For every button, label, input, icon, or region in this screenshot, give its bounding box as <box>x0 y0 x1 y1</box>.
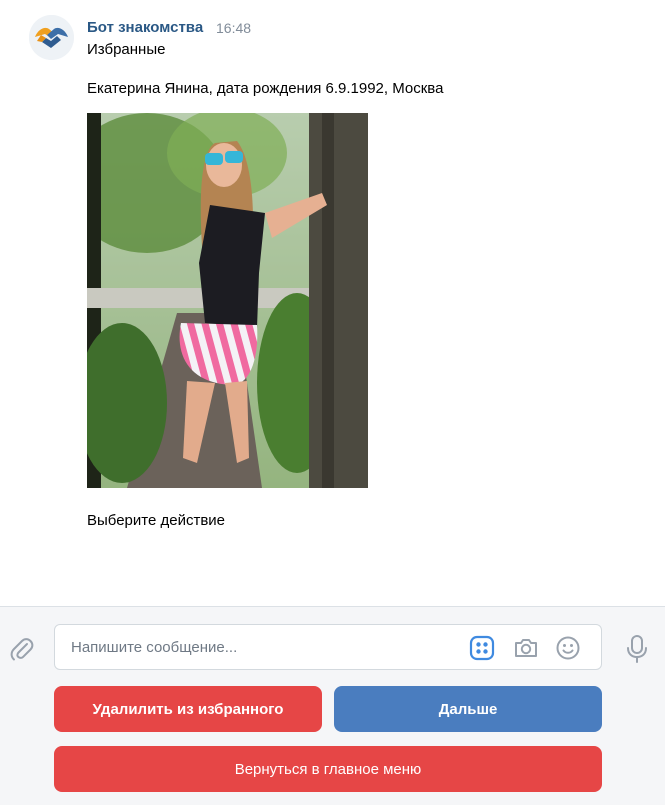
back-to-main-menu-button[interactable]: Вернуться в главное меню <box>54 746 602 792</box>
composer-panel: Удалилить из избранного Дальше Вернуться… <box>0 606 665 805</box>
message-line-2: Екатерина Янина, дата рождения 6.9.1992,… <box>87 80 444 97</box>
camera-icon[interactable] <box>512 634 540 662</box>
paperclip-icon[interactable] <box>8 635 36 663</box>
chat-history: Бот знакомства 16:48 Избранные Екатерина… <box>0 0 665 606</box>
sender-name[interactable]: Бот знакомства <box>87 19 203 36</box>
bot-keyboard-icon[interactable] <box>468 634 496 662</box>
message-line-1: Избранные <box>87 41 166 58</box>
profile-photo[interactable] <box>87 113 368 488</box>
message-time: 16:48 <box>216 20 252 36</box>
message-input-box[interactable] <box>54 624 602 670</box>
smile-icon[interactable] <box>554 634 582 662</box>
handshake-icon <box>29 15 74 60</box>
next-button[interactable]: Дальше <box>334 686 602 732</box>
message-line-3: Выберите действие <box>87 512 226 529</box>
microphone-icon[interactable] <box>623 633 651 665</box>
message-input[interactable] <box>55 625 455 669</box>
bot-avatar[interactable] <box>29 15 74 60</box>
photo-image <box>87 113 368 488</box>
remove-from-favorites-button[interactable]: Удалилить из избранного <box>54 686 322 732</box>
